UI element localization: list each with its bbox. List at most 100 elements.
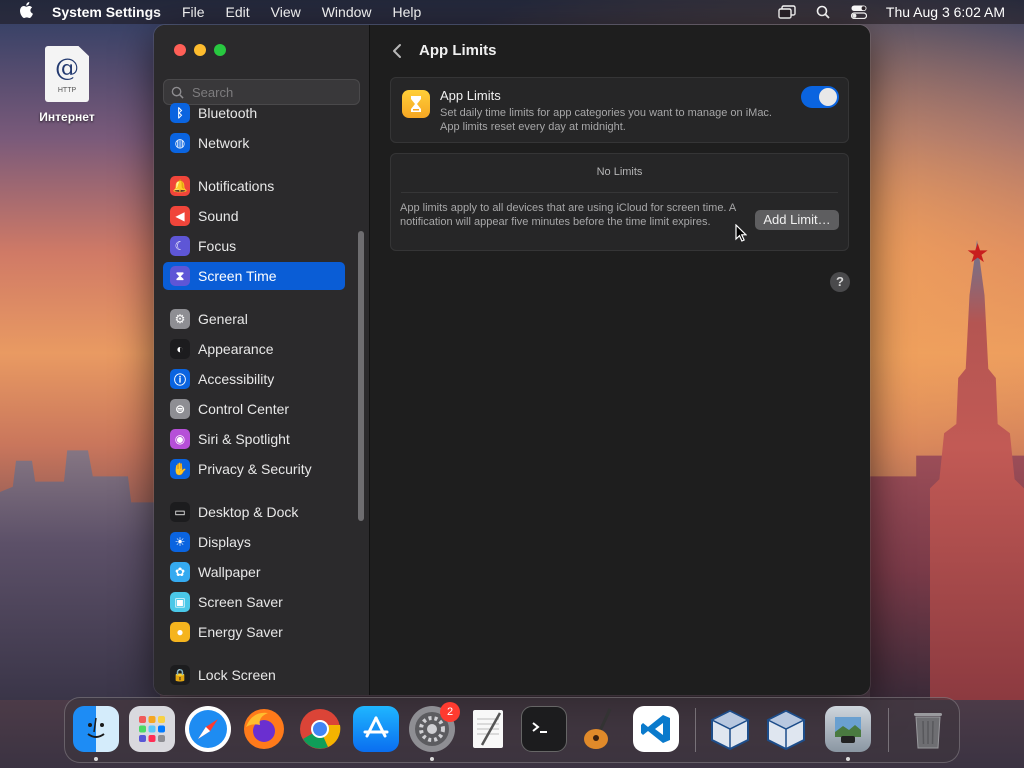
sidebar-item-label: Focus	[198, 238, 237, 254]
sidebar-item-label: Lock Screen	[198, 667, 276, 683]
sidebar-item-displays[interactable]: ☀ Displays	[163, 528, 345, 556]
toggles-icon: ⊜	[170, 399, 190, 419]
minimize-button[interactable]	[194, 44, 206, 56]
sidebar: ᛒ Bluetooth ◍ Network 🔔 Notifications ◀ Sound ☾ F…	[154, 25, 370, 695]
sun-icon: ☀	[170, 532, 190, 552]
desktop-internet-shortcut[interactable]: @ HTTP Интернет	[30, 46, 104, 124]
settings-running-dot	[430, 757, 434, 761]
dock-virtualbox-icon[interactable]	[707, 706, 753, 752]
menubar-app-name[interactable]: System Settings	[52, 4, 161, 20]
menu-edit[interactable]: Edit	[226, 4, 250, 20]
appearance-icon: ◐	[170, 339, 190, 359]
bluetooth-icon: ᛒ	[170, 103, 190, 123]
sidebar-item-desktop-dock[interactable]: ▭ Desktop & Dock	[163, 498, 345, 526]
app-limits-title: App Limits	[440, 88, 501, 103]
dock-app-store-icon[interactable]	[353, 706, 399, 752]
dock-safari-icon[interactable]	[185, 706, 231, 752]
back-chevron-icon[interactable]	[390, 43, 404, 59]
sidebar-item-screen-time[interactable]: ⧗ Screen Time	[163, 262, 345, 290]
dock-terminal-icon[interactable]	[521, 706, 567, 752]
dock-firefox-icon[interactable]	[241, 706, 287, 752]
sidebar-item-lock-screen[interactable]: 🔒 Lock Screen	[163, 661, 345, 689]
toggle-knob	[819, 88, 837, 106]
finder-running-dot	[94, 757, 98, 761]
close-button[interactable]	[174, 44, 186, 56]
menubar-clock[interactable]: Thu Aug 3 6:02 AM	[886, 4, 1005, 20]
sidebar-item-label: Bluetooth	[198, 105, 258, 121]
sidebar-item-label: Screen Time	[198, 268, 277, 284]
menu-bar: System Settings File Edit View Window He…	[0, 0, 1024, 24]
sidebar-item-label: Displays	[198, 534, 251, 550]
sidebar-scrollbar[interactable]	[358, 231, 364, 521]
limits-list-panel: No Limits App limits apply to all device…	[390, 153, 849, 251]
sidebar-item-label: Appearance	[198, 341, 274, 357]
sidebar-item-privacy-security[interactable]: ✋ Privacy & Security	[163, 455, 345, 483]
menu-view[interactable]: View	[271, 4, 301, 20]
sidebar-item-notifications[interactable]: 🔔 Notifications	[163, 172, 345, 200]
doc-type-label: HTTP	[57, 87, 77, 94]
sidebar-item-label: Accessibility	[198, 371, 275, 387]
dock-textedit-icon[interactable]	[465, 706, 511, 752]
at-sign-icon: @	[55, 54, 79, 82]
gear-icon: ⚙	[170, 309, 190, 329]
sidebar-item-label: Privacy & Security	[198, 461, 312, 477]
accessibility-icon: ⓘ	[170, 369, 190, 389]
globe-icon: ◍	[170, 133, 190, 153]
search-input[interactable]	[192, 84, 352, 100]
flower-icon: ✿	[170, 562, 190, 582]
menu-window[interactable]: Window	[322, 4, 372, 20]
add-limit-button[interactable]: Add Limit…	[755, 210, 839, 230]
moon-icon: ☾	[170, 236, 190, 256]
dock-garageband-icon[interactable]	[577, 706, 623, 752]
dock-icon: ▭	[170, 502, 190, 522]
control-center-icon[interactable]	[850, 5, 868, 19]
wallpaper-city-left	[0, 450, 160, 700]
dock-vscode-icon[interactable]	[633, 706, 679, 752]
desktop-icon-label: Интернет	[39, 110, 95, 124]
sidebar-item-label: Notifications	[198, 178, 275, 194]
sidebar-item-energy-saver[interactable]: ● Energy Saver	[163, 618, 345, 646]
lock-icon: 🔒	[170, 665, 190, 685]
sidebar-item-sound[interactable]: ◀ Sound	[163, 202, 345, 230]
dock-separator-trash	[888, 708, 889, 752]
window-controls	[174, 44, 234, 56]
sidebar-item-screen-saver[interactable]: ▣ Screen Saver	[163, 588, 345, 616]
sidebar-item-label: Control Center	[198, 401, 290, 417]
no-limits-text: No Limits	[596, 166, 643, 178]
sidebar-item-network[interactable]: ◍ Network	[163, 129, 345, 157]
sidebar-item-label: Energy Saver	[198, 624, 283, 640]
spotlight-search-icon[interactable]	[814, 5, 832, 19]
sidebar-item-accessibility[interactable]: ⓘ Accessibility	[163, 365, 345, 393]
sidebar-item-appearance[interactable]: ◐ Appearance	[163, 335, 345, 363]
limits-info-text: App limits apply to all devices that are…	[400, 202, 736, 228]
dock-finder-icon[interactable]	[73, 706, 119, 752]
zoom-button[interactable]	[214, 44, 226, 56]
screensaver-icon: ▣	[170, 592, 190, 612]
app-limits-toggle[interactable]	[801, 86, 839, 108]
sidebar-item-control-center[interactable]: ⊜ Control Center	[163, 395, 345, 423]
sidebar-item-label: Wallpaper	[198, 564, 261, 580]
help-button[interactable]: ?	[830, 272, 850, 292]
screen-mirroring-icon[interactable]	[778, 5, 796, 19]
dock-chrome-icon[interactable]	[297, 706, 343, 752]
apple-menu-icon[interactable]	[0, 1, 52, 23]
menu-help[interactable]: Help	[393, 4, 422, 20]
sidebar-item-siri-spotlight[interactable]: ◉ Siri & Spotlight	[163, 425, 345, 453]
menu-file[interactable]: File	[182, 4, 205, 20]
dock-preview-icon[interactable]	[825, 706, 871, 752]
dock-separator	[695, 708, 696, 752]
bell-icon: 🔔	[170, 176, 190, 196]
sidebar-item-wallpaper[interactable]: ✿ Wallpaper	[163, 558, 345, 586]
sidebar-item-focus[interactable]: ☾ Focus	[163, 232, 345, 260]
system-settings-badge: 2	[440, 702, 460, 722]
page-title: App Limits	[419, 42, 497, 59]
search-icon	[171, 86, 184, 99]
hand-icon: ✋	[170, 459, 190, 479]
dock-trash-icon[interactable]	[905, 706, 951, 752]
sidebar-item-general[interactable]: ⚙ General	[163, 305, 345, 333]
dock-launchpad-icon[interactable]	[129, 706, 175, 752]
wallpaper-kremlin-tower	[930, 240, 1024, 700]
dock-virtualbox-vm-icon[interactable]	[763, 706, 809, 752]
sidebar-item-bluetooth[interactable]: ᛒ Bluetooth	[163, 99, 345, 127]
speaker-icon: ◀	[170, 206, 190, 226]
